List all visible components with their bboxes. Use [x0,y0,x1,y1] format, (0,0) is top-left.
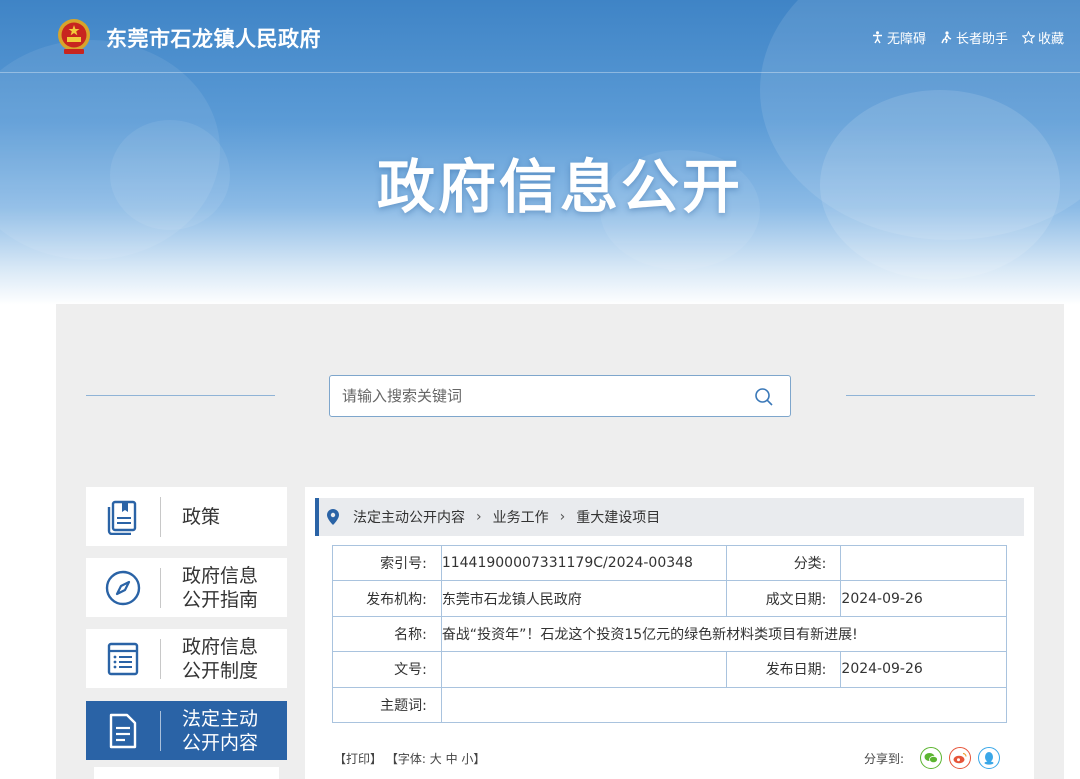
favorite-label: 收藏 [1037,32,1064,47]
favorite-link[interactable]: 收藏 [1021,28,1064,47]
sidebar-item-system[interactable]: 政府信息 公开制度 [86,629,287,688]
sidebar-item-label: 政府信息 公开指南 [182,564,259,611]
accessibility-label: 无障碍 [886,32,926,47]
table-row: 名称: 奋战“投资年”！石龙这个投资15亿元的绿色新材料类项目有新进展! [332,615,1008,653]
font-size-suffix: 】 [473,752,486,766]
breadcrumb-item-public-content[interactable]: 法定主动公开内容 [353,507,465,527]
elder-assist-link[interactable]: 长者助手 [940,28,1008,47]
search-icon[interactable] [754,387,774,407]
chevron-right-icon: › [559,509,566,525]
publish-date-label: 发布日期: [725,651,842,688]
sidebar-item-policy[interactable]: 政策 [86,487,287,546]
breadcrumb-item-business[interactable]: 业务工作 [493,507,549,527]
compass-icon [105,570,141,605]
sidebar-item-label: 法定主动 公开内容 [182,707,259,754]
elder-assist-icon [941,31,952,44]
search-box [329,375,791,417]
keywords-label: 主题词: [332,686,442,723]
breadcrumb-item-major-projects[interactable]: 重大建设项目 [576,507,660,527]
document-icon [109,713,137,748]
chevron-right-icon: › [476,509,482,525]
share-qq-button[interactable] [978,747,1000,769]
share-label: 分享到: [864,752,905,766]
header-banner: 东莞市石龙镇人民政府 无障碍 长者助手 收藏 政府信息公开 [0,0,1080,305]
table-row: 主题词: [332,686,1008,723]
created-date-label: 成文日期: [725,580,842,617]
elder-assist-label: 长者助手 [955,32,1008,47]
publish-date-value: 2024-09-26 [840,651,1007,688]
publisher-value: 东莞市石龙镇人民政府 [440,580,727,617]
doc-name-label: 名称: [332,615,442,653]
accessibility-icon [872,31,882,44]
category-label: 分类: [725,544,842,582]
search-divider-right [846,395,1035,396]
search-divider-left [86,395,275,396]
sidebar-item-public-content[interactable]: 法定主动 公开内容 [86,701,287,760]
print-button[interactable]: 【打印】 [334,752,382,766]
index-label: 索引号: [332,544,442,582]
document-meta-table: 索引号: 11441900007331179C/2024-00348 分类: 发… [332,544,1008,723]
share-wechat-button[interactable] [920,747,942,769]
doc-number-value [440,651,727,688]
site-title[interactable]: 东莞市石龙镇人民政府 [106,23,321,53]
doc-name-value: 奋战“投资年”！石龙这个投资15亿元的绿色新材料类项目有新进展! [440,615,1008,653]
header-divider [0,72,1080,73]
publisher-label: 发布机构: [332,580,442,617]
accessibility-link[interactable]: 无障碍 [871,28,926,47]
font-medium-button[interactable]: 中 [446,752,458,766]
sidebar-submenu [94,767,279,779]
wechat-icon [924,753,938,764]
article-tools: 【打印】 【字体: 大 中 小】 [334,750,485,767]
share-weibo-button[interactable] [949,747,971,769]
list-document-icon [107,642,139,675]
font-large-button[interactable]: 大 [430,752,442,766]
table-row: 文号: 发布日期: 2024-09-26 [332,651,1007,688]
sidebar-item-guide[interactable]: 政府信息 公开指南 [86,558,287,617]
sidebar-item-label: 政策 [182,505,221,528]
breadcrumb: 法定主动公开内容 › 业务工作 › 重大建设项目 [315,498,1024,536]
policy-book-icon [107,500,137,535]
top-links: 无障碍 长者助手 收藏 [871,28,1064,47]
doc-number-label: 文号: [332,651,442,688]
location-pin-icon [327,509,339,525]
font-size-prefix: 【字体: [385,752,426,766]
banner-title: 政府信息公开 [376,153,743,221]
keywords-value [440,686,1008,723]
star-icon [1021,31,1035,44]
created-date-value: 2024-09-26 [840,580,1007,617]
index-value: 11441900007331179C/2024-00348 [440,544,727,582]
weibo-icon [953,752,967,764]
table-row: 索引号: 11441900007331179C/2024-00348 分类: [332,544,1007,582]
table-row: 发布机构: 东莞市石龙镇人民政府 成文日期: 2024-09-26 [332,580,1007,617]
font-small-button[interactable]: 小 [461,752,473,766]
national-emblem-icon[interactable] [56,16,92,56]
category-value [840,544,1007,582]
sidebar-item-label: 政府信息 公开制度 [182,635,259,682]
search-input[interactable] [342,376,742,416]
qq-icon [984,752,994,765]
